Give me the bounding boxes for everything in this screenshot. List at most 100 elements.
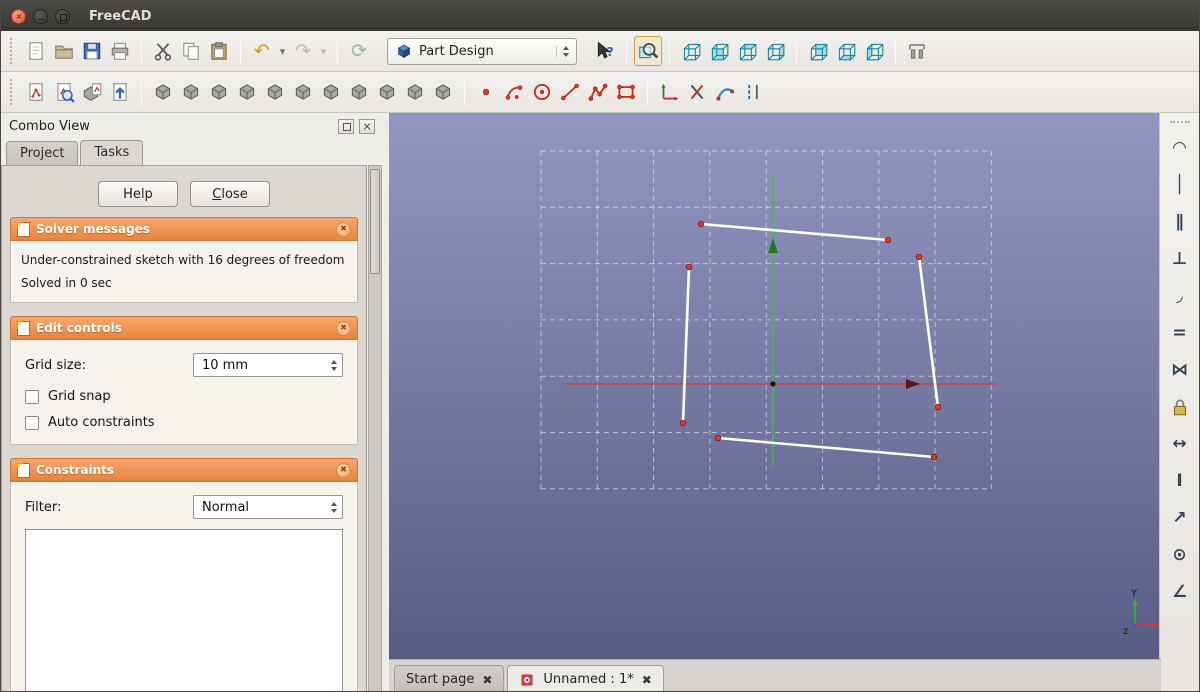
left-view-icon[interactable] <box>860 36 888 66</box>
close-tab-icon[interactable]: ✖ <box>482 674 492 686</box>
top-view-icon[interactable] <box>733 36 761 66</box>
chamfer-icon[interactable] <box>289 77 317 107</box>
perpendicular-constraint-icon[interactable]: ⊥ <box>1165 248 1195 270</box>
point-icon[interactable] <box>472 77 500 107</box>
open-file-icon[interactable] <box>50 36 78 66</box>
symmetric-constraint-icon[interactable]: ⋈ <box>1165 359 1195 381</box>
tasks-scrollbar[interactable] <box>368 165 382 692</box>
tangent-constraint-icon[interactable]: ◞ <box>1165 285 1195 307</box>
mirrored-icon[interactable] <box>345 77 373 107</box>
auto-constraints-checkbox[interactable] <box>25 416 39 430</box>
rectangle-icon[interactable] <box>612 77 640 107</box>
sketch-vertex[interactable] <box>916 254 922 260</box>
spinner-arrows-icon[interactable] <box>326 360 337 371</box>
arc-icon[interactable] <box>500 77 528 107</box>
copy-icon[interactable] <box>177 36 205 66</box>
panel-float-icon[interactable] <box>338 119 354 134</box>
origin-point[interactable] <box>770 381 775 386</box>
construction-mode-icon[interactable] <box>739 77 767 107</box>
auto-constraints-label[interactable]: Auto constraints <box>48 415 155 430</box>
save-icon[interactable] <box>78 36 106 66</box>
sketch-line[interactable] <box>701 224 888 240</box>
solver-messages-header[interactable]: Solver messages ✖ <box>10 217 358 241</box>
sketch-line[interactable] <box>683 267 689 423</box>
paste-icon[interactable] <box>205 36 233 66</box>
multitransform-icon[interactable] <box>429 77 457 107</box>
tab-tasks[interactable]: Tasks <box>80 140 143 165</box>
grid-snap-checkbox[interactable] <box>25 390 39 404</box>
workbench-dropdown-arrows[interactable] <box>556 46 569 57</box>
grid-size-select[interactable]: 10 mm <box>193 353 343 377</box>
sketch-line[interactable] <box>718 438 934 457</box>
redo-menu-icon[interactable]: ▾ <box>317 36 330 66</box>
toolbar-handle[interactable] <box>1170 121 1190 125</box>
draft-icon[interactable] <box>317 77 345 107</box>
tab-start-page[interactable]: Start page ✖ <box>394 665 504 692</box>
measure-icon[interactable] <box>903 36 931 66</box>
horizontal-distance-icon[interactable]: ↔ <box>1165 433 1195 455</box>
constraints-list[interactable] <box>25 529 343 692</box>
leave-sketch-icon[interactable] <box>106 77 134 107</box>
circle-icon[interactable] <box>528 77 556 107</box>
cut-icon[interactable] <box>149 36 177 66</box>
view-sketch-icon[interactable] <box>50 77 78 107</box>
new-sketch-icon[interactable] <box>22 77 50 107</box>
constraint-filter-select[interactable]: Normal <box>193 495 343 519</box>
toolbar-handle[interactable] <box>10 79 14 105</box>
close-button[interactable]: Close <box>190 181 270 207</box>
window-minimize-button[interactable] <box>33 9 48 24</box>
equal-constraint-icon[interactable]: = <box>1165 322 1195 344</box>
revolution-icon[interactable] <box>205 77 233 107</box>
groove-icon[interactable] <box>233 77 261 107</box>
radius-icon[interactable]: ⊙ <box>1165 544 1195 566</box>
tab-unnamed-document[interactable]: Unnamed : 1* ✖ <box>507 665 663 692</box>
angle-icon[interactable]: ∠ <box>1165 581 1195 603</box>
sketch-vertex[interactable] <box>698 221 704 227</box>
collapse-icon[interactable]: ✖ <box>336 222 351 237</box>
toolbar-handle[interactable] <box>10 38 14 64</box>
trim-icon[interactable] <box>683 77 711 107</box>
sketch-vertex[interactable] <box>935 404 941 410</box>
polyline-icon[interactable] <box>584 77 612 107</box>
print-icon[interactable] <box>106 36 134 66</box>
whats-this-icon[interactable]: ? <box>591 36 619 66</box>
map-sketch-icon[interactable] <box>78 77 106 107</box>
collapse-icon[interactable]: ✖ <box>336 463 351 478</box>
undo-icon[interactable]: ↶ <box>248 36 276 66</box>
lock-constraint-icon[interactable] <box>1165 396 1195 418</box>
3d-canvas[interactable]: Yxz <box>389 113 1161 659</box>
pocket-icon[interactable] <box>177 77 205 107</box>
external-geometry-icon[interactable] <box>711 77 739 107</box>
right-view-icon[interactable] <box>761 36 789 66</box>
bottom-view-icon[interactable] <box>832 36 860 66</box>
fit-all-icon[interactable] <box>634 36 662 66</box>
linear-pattern-icon[interactable] <box>373 77 401 107</box>
sketch-vertex[interactable] <box>680 420 686 426</box>
front-view-icon[interactable] <box>705 36 733 66</box>
fillet-icon[interactable] <box>261 77 289 107</box>
axonometric-view-icon[interactable] <box>677 36 705 66</box>
collapse-icon[interactable]: ✖ <box>336 321 351 336</box>
line-icon[interactable] <box>556 77 584 107</box>
panel-close-icon[interactable] <box>359 119 375 134</box>
sketch-vertex[interactable] <box>715 435 721 441</box>
window-close-button[interactable] <box>11 9 26 24</box>
origin-axes-icon[interactable] <box>655 77 683 107</box>
arc-tool-icon[interactable]: ◠ <box>1165 137 1195 159</box>
constraints-header[interactable]: Constraints ✖ <box>10 458 358 482</box>
undo-menu-icon[interactable]: ▾ <box>276 36 289 66</box>
distance-icon[interactable]: ↗ <box>1165 507 1195 529</box>
close-tab-icon[interactable]: ✖ <box>642 674 652 686</box>
3d-viewport[interactable]: Yxz <box>389 113 1161 659</box>
redo-icon[interactable]: ↷ <box>289 36 317 66</box>
sketch-vertex[interactable] <box>885 237 891 243</box>
tab-project[interactable]: Project <box>6 141 78 165</box>
window-maximize-button[interactable] <box>55 9 70 24</box>
vertical-constraint-icon[interactable]: │ <box>1165 174 1195 196</box>
sketch-vertex[interactable] <box>931 454 937 460</box>
refresh-icon[interactable]: ⟳ <box>345 36 373 66</box>
new-file-icon[interactable] <box>22 36 50 66</box>
parallel-constraint-icon[interactable]: ∥ <box>1165 211 1195 233</box>
grid-snap-label[interactable]: Grid snap <box>48 389 111 404</box>
edit-controls-header[interactable]: Edit controls ✖ <box>10 316 358 340</box>
